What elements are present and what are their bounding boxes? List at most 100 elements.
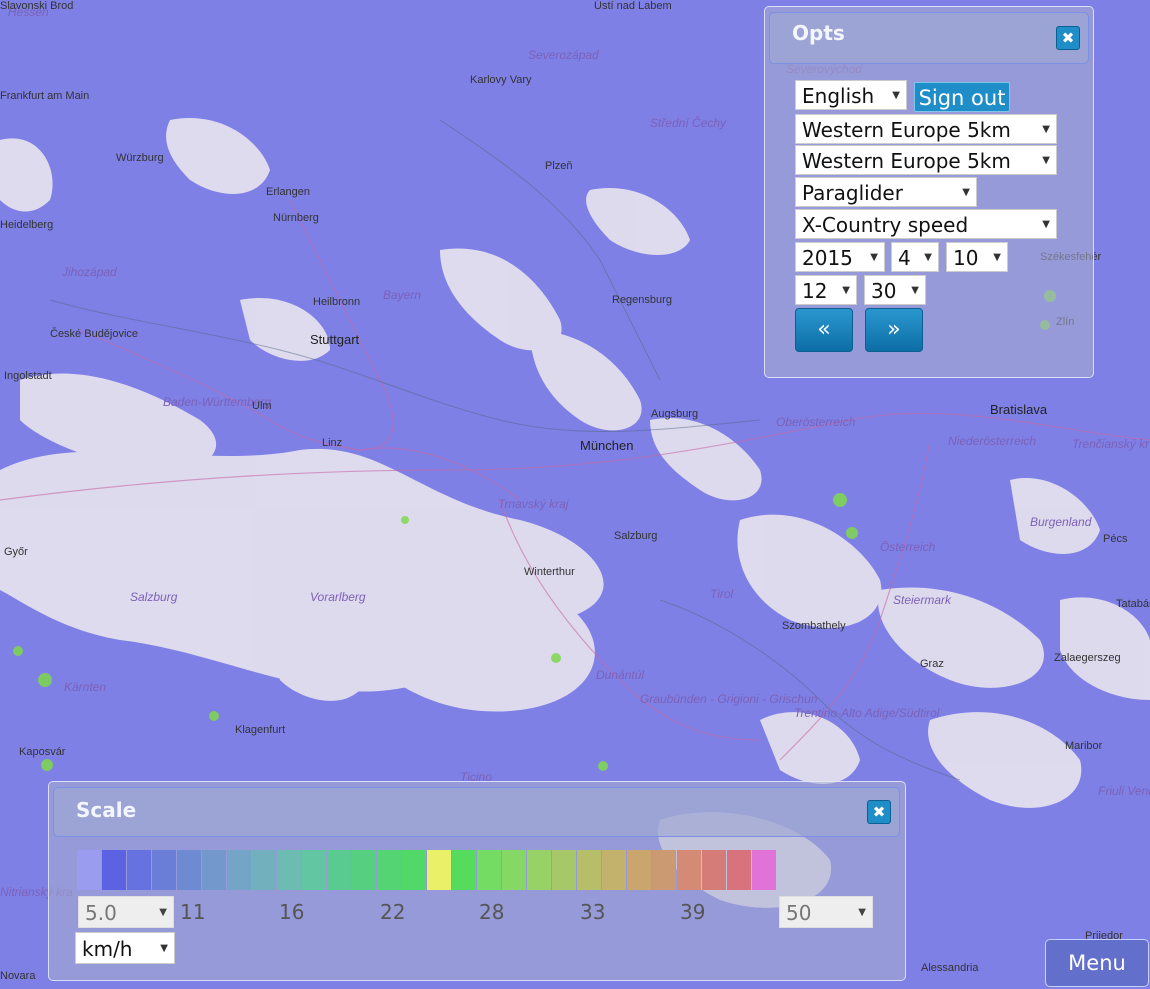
map-label: Winterthur — [524, 566, 575, 578]
scale-swatch — [652, 850, 676, 890]
year-select[interactable]: 2015 ▼ — [795, 242, 885, 272]
map-label: Nürnberg — [273, 212, 319, 224]
chevron-down-icon: ▼ — [993, 252, 1001, 263]
scale-swatch — [127, 850, 151, 890]
scale-tick-label: 39 — [680, 900, 706, 924]
chevron-down-icon: ▼ — [1042, 155, 1050, 166]
map-label: Niederösterreich — [948, 434, 1037, 448]
hour-select[interactable]: 12 ▼ — [795, 275, 857, 305]
map-label: Erlangen — [266, 186, 311, 198]
opts-panel-header[interactable]: Opts — [769, 12, 1089, 64]
map-label: Steiermark — [893, 593, 952, 607]
chevron-down-icon: ▼ — [1042, 219, 1050, 230]
region-select-1[interactable]: Western Europe 5km ▼ — [795, 114, 1057, 144]
sign-out-button[interactable]: Sign out — [914, 82, 1010, 112]
year-value: 2015 — [802, 246, 853, 270]
unit-value: km/h — [82, 937, 133, 961]
scale-swatch — [227, 850, 251, 890]
map-label: Kärnten — [64, 680, 107, 694]
region-select-2[interactable]: Western Europe 5km ▼ — [795, 145, 1057, 175]
scale-max-value: 50 — [786, 901, 812, 925]
scale-min-select[interactable]: 5.0 ▼ — [78, 896, 174, 928]
map-label: Frankfurt am Main — [0, 90, 90, 102]
map-label: Stuttgart — [310, 332, 360, 347]
scale-swatch — [452, 850, 476, 890]
menu-button[interactable]: Menu — [1045, 939, 1149, 987]
map-label: Graz — [920, 658, 944, 670]
map-label: Dunántúl — [596, 668, 645, 682]
minute-select[interactable]: 30 ▼ — [864, 275, 926, 305]
opts-close-button[interactable]: ✖ — [1056, 26, 1080, 50]
map-label: Österreich — [880, 540, 936, 554]
next-time-button[interactable]: » — [865, 308, 923, 352]
language-select[interactable]: English ▼ — [795, 80, 907, 110]
scale-swatch — [202, 850, 226, 890]
parameter-value: X-Country speed — [802, 213, 969, 237]
chevron-down-icon: ▼ — [858, 907, 866, 918]
prev-time-button[interactable]: « — [795, 308, 853, 352]
scale-swatch — [427, 850, 451, 890]
region-2-value: Western Europe 5km — [802, 149, 1011, 173]
scale-swatch — [702, 850, 726, 890]
scale-swatch — [502, 850, 526, 890]
scale-title: Scale — [76, 798, 137, 822]
map-label: Kaposvár — [19, 746, 66, 758]
scale-close-button[interactable]: ✖ — [867, 800, 891, 824]
month-value: 4 — [898, 246, 911, 270]
map-label: Trenčianský kr — [1072, 437, 1150, 451]
aircraft-select[interactable]: Paraglider ▼ — [795, 177, 977, 207]
scale-tick-label: 33 — [580, 900, 606, 924]
chevron-down-icon: ▼ — [160, 943, 168, 954]
parameter-select[interactable]: X-Country speed ▼ — [795, 209, 1057, 239]
map-label: Pécs — [1103, 533, 1128, 545]
map-label: Linz — [322, 437, 343, 449]
map-label: Trentino-Alto Adige/Südtirol — [794, 706, 940, 720]
scale-swatch — [102, 850, 126, 890]
map-label: Vorarlberg — [310, 590, 366, 604]
minute-value: 30 — [871, 279, 897, 303]
scale-swatch — [352, 850, 376, 890]
scale-swatch — [277, 850, 301, 890]
map-label: Augsburg — [651, 408, 699, 420]
map-label: Regensburg — [612, 294, 672, 306]
chevron-down-icon: ▼ — [842, 285, 850, 296]
map-label: Burgenland — [1030, 515, 1092, 529]
scale-swatch — [527, 850, 551, 890]
language-value: English — [802, 84, 875, 108]
chevron-down-icon: ▼ — [159, 907, 167, 918]
chevron-down-icon: ▼ — [1042, 124, 1050, 135]
map-label: Střední Čechy — [650, 116, 727, 130]
map-label: Plzeň — [545, 160, 573, 172]
scale-swatch — [377, 850, 401, 890]
scale-max-select[interactable]: 50 ▼ — [779, 896, 873, 928]
map-label: Maribor — [1065, 740, 1103, 752]
scale-min-value: 5.0 — [85, 901, 117, 925]
map-label: Tatabány — [1116, 598, 1150, 610]
scale-panel-header[interactable]: Scale — [53, 787, 900, 837]
map-label: České Budějovice — [50, 328, 139, 340]
chevron-down-icon: ▼ — [892, 90, 900, 101]
map-label: Klagenfurt — [235, 724, 286, 736]
scale-tick-label: 28 — [479, 900, 505, 924]
chevron-down-icon: ▼ — [911, 285, 919, 296]
map-label: Graubünden - Grigioni - Grischun — [640, 692, 818, 706]
map-label: Novara — [0, 970, 36, 982]
unit-select[interactable]: km/h ▼ — [75, 932, 175, 964]
map-label: Karlovy Vary — [470, 74, 532, 86]
scale-swatch — [577, 850, 601, 890]
chevron-down-icon: ▼ — [870, 252, 878, 263]
opts-title: Opts — [792, 21, 845, 45]
scale-tick-label: 22 — [380, 900, 406, 924]
map-label: Slavonski Brod — [0, 0, 74, 12]
day-select[interactable]: 10 ▼ — [946, 242, 1008, 272]
scale-swatch — [327, 850, 351, 890]
map-label: Salzburg — [614, 530, 658, 542]
map-label: Jihozápad — [62, 265, 117, 279]
scale-swatch — [752, 850, 776, 890]
map-label: Trnavský kraj — [498, 497, 569, 511]
month-select[interactable]: 4 ▼ — [891, 242, 939, 272]
map-label: Ulm — [252, 400, 272, 412]
scale-swatch — [727, 850, 751, 890]
day-value: 10 — [953, 246, 979, 270]
map-label: Győr — [4, 546, 28, 558]
